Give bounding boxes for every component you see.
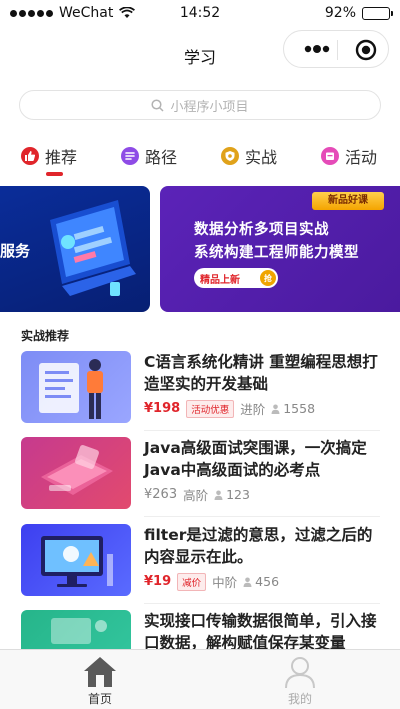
course-title: C语言系统化精讲 重塑编程思想打造坚实的开发基础 [144,353,378,393]
tabbar-label: 我的 [287,692,312,706]
user-small-icon [214,490,223,500]
course-meta: ¥19 减价 中阶 456 [144,572,279,591]
banner-tag-label: 精品上新 [200,274,240,286]
course-item[interactable]: Java高级面试突围课，一次搞定Java中高级面试的必考点 ¥263 高阶 12… [21,437,380,519]
tab-path[interactable]: 路径 [121,142,177,170]
student-count: 1558 [271,401,315,416]
home-icon [84,657,116,687]
course-thumbnail [21,524,131,596]
promo-badge: 活动优惠 [186,399,235,418]
course-item[interactable]: filter是过滤的意思，过滤之后的内容显示在此。 ¥19 减价 中阶 456 [21,524,380,606]
tab-label: 活动 [345,148,378,167]
search-icon [151,98,165,112]
section-title: 实战推荐 [21,329,70,343]
tab-practice[interactable]: 实战 [221,142,277,170]
course-meta: ¥198 活动优惠 进阶 1558 [144,399,315,418]
banner-headline: 数据分析多项目实战 [194,222,329,238]
capsule-divider [337,40,338,60]
course-thumbnail [21,351,131,423]
student-count-value: 123 [226,487,250,502]
new-course-badge: 新品好课 [312,192,384,210]
tabbar-label: 首页 [87,692,112,706]
course-title: Java高级面试突围课，一次搞定Java中高级面试的必考点 [144,439,367,479]
course-price: ¥198 [144,401,181,416]
student-count: 123 [214,487,250,502]
target-circle-icon[interactable] [355,39,377,61]
banner-slide-right[interactable]: 新品好课 数据分析多项目实战 系统构建工程师能力模型 精品上新 抢 [160,186,400,312]
miniprogram-capsule [283,30,389,68]
category-tabs: 推荐 路径 实战 活动 [0,142,400,178]
bottom-tab-bar: 首页 我的 [0,649,400,709]
course-thumbnail [21,437,131,509]
student-count-value: 1558 [283,401,316,416]
activity-icon [321,147,339,165]
banner-tag-badge: 抢 [260,270,276,286]
banner-slide-left[interactable]: 服务 [0,186,150,312]
course-title: 实现接口传输数据很简单，引入接口数据，解构赋值保存某变量 [144,612,377,652]
tab-label: 推荐 [45,148,78,167]
banner-tag: 精品上新 抢 [194,268,278,288]
tab-label: 路径 [145,148,178,167]
search-bar[interactable]: 小程序小项目 [19,90,381,120]
course-meta: ¥263 高阶 123 [144,485,250,504]
banner-left-text: 服务 [0,242,31,260]
course-level: 中阶 [212,575,238,590]
divider [144,516,380,517]
divider [144,430,380,431]
course-title: filter是过滤的意思，过滤之后的内容显示在此。 [144,526,373,566]
more-dots-icon[interactable] [302,42,336,56]
battery-icon [362,6,393,20]
tab-activity[interactable]: 活动 [321,142,377,170]
status-bar: WeChat 14:52 92% [0,0,400,28]
tab-recommend[interactable]: 推荐 [21,142,77,170]
banner-carousel[interactable]: 服务 新品好课 数据分析多项目实战 系统构建工程师能力模型 精品上新 抢 [0,186,400,312]
battery-percent: 92% [324,5,356,21]
path-icon [121,147,139,165]
thumbs-up-icon [21,147,39,165]
promo-badge: 减价 [177,572,207,591]
user-icon [285,657,315,689]
student-count-value: 456 [255,574,280,589]
course-level: 进阶 [240,402,266,417]
active-tab-indicator [46,172,63,176]
battery-group: 92% [324,5,393,21]
tabbar-item-home[interactable]: 首页 [60,655,140,707]
shield-icon [221,147,239,165]
tabbar-item-profile[interactable]: 我的 [260,655,340,707]
course-price: ¥19 [144,574,172,589]
tab-label: 实战 [245,148,278,167]
course-price: ¥263 [144,487,178,502]
search-placeholder: 小程序小项目 [170,99,249,115]
user-small-icon [271,404,280,414]
course-level: 高阶 [183,488,209,503]
user-small-icon [243,577,252,587]
course-item[interactable]: C语言系统化精讲 重塑编程思想打造坚实的开发基础 ¥198 活动优惠 进阶 15… [21,351,380,433]
divider [144,603,380,604]
student-count: 456 [243,574,279,589]
banner-subheadline: 系统构建工程师能力模型 [194,245,359,261]
